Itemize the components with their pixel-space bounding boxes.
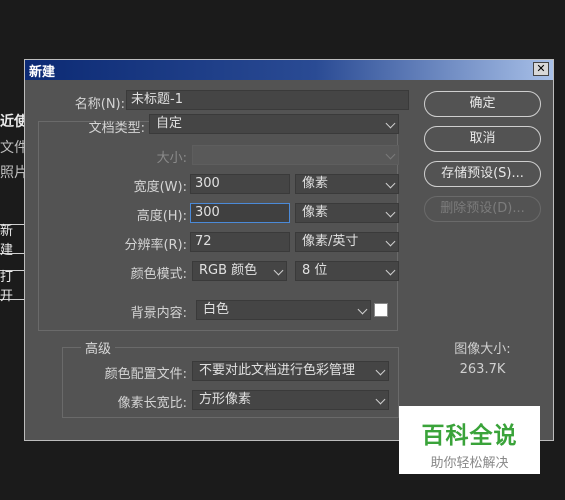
size-label: 大小: — [156, 151, 187, 166]
name-input[interactable]: 未标题-1 — [126, 90, 409, 110]
bg-content-value: 白色 — [203, 302, 230, 317]
height-unit-dropdown[interactable]: 像素 — [295, 203, 399, 223]
color-mode-dropdown[interactable]: RGB 颜色 — [192, 261, 287, 281]
color-profile-value: 不要对此文档进行色彩管理 — [199, 363, 356, 378]
chevron-down-icon — [385, 149, 396, 160]
chevron-down-icon — [375, 394, 386, 405]
ok-button[interactable]: 确定 — [424, 91, 541, 117]
chevron-down-icon — [375, 365, 386, 376]
height-input[interactable]: 300 — [190, 203, 290, 223]
bg-content-label: 背景内容: — [130, 306, 187, 321]
preset-value: 自定 — [156, 116, 183, 131]
image-size-value: 263.7K — [459, 362, 506, 377]
pixel-aspect-label: 像素长宽比: — [117, 396, 187, 411]
bit-depth-dropdown[interactable]: 8 位 — [295, 261, 399, 281]
bit-depth-value: 8 位 — [302, 263, 328, 278]
preset-dropdown[interactable]: 自定 — [149, 114, 399, 134]
color-profile-label: 颜色配置文件: — [104, 367, 187, 382]
width-label: 宽度(W): — [133, 180, 187, 195]
preset-label: 文档类型: — [88, 121, 145, 136]
chevron-down-icon — [385, 265, 396, 276]
resolution-unit-dropdown[interactable]: 像素/英寸 — [295, 232, 399, 252]
pixel-aspect-dropdown[interactable]: 方形像素 — [192, 390, 389, 410]
color-mode-label: 颜色模式: — [130, 267, 187, 282]
chevron-down-icon — [357, 304, 368, 315]
width-unit-dropdown[interactable]: 像素 — [295, 174, 399, 194]
new-document-dialog: 新建 ✕ 名称(N): 未标题-1 文档类型: 自定 大小: 宽度(W): 30… — [24, 59, 554, 441]
advanced-title: 高级 — [81, 338, 116, 357]
chevron-down-icon — [385, 118, 396, 129]
save-preset-button[interactable]: 存储预设(S)... — [424, 161, 541, 187]
resolution-unit-value: 像素/英寸 — [302, 234, 359, 249]
watermark-tagline: 助你轻松解决 — [430, 456, 509, 471]
chevron-down-icon — [273, 265, 284, 276]
width-input[interactable]: 300 — [190, 174, 290, 194]
watermark-badge: 百科全说 助你轻松解决 — [399, 406, 540, 474]
color-mode-value: RGB 颜色 — [199, 263, 258, 278]
size-dropdown[interactable] — [192, 145, 399, 165]
name-label: 名称(N): — [74, 97, 125, 112]
watermark-logo: 百科全说 — [421, 423, 518, 449]
bg-open-button[interactable]: 打开 — [0, 270, 26, 304]
cancel-button[interactable]: 取消 — [424, 126, 541, 152]
chevron-down-icon — [385, 207, 396, 218]
height-unit-value: 像素 — [302, 205, 329, 220]
resolution-input[interactable]: 72 — [190, 232, 290, 252]
pixel-aspect-value: 方形像素 — [199, 392, 252, 407]
bg-color-swatch[interactable] — [374, 303, 388, 317]
delete-preset-button[interactable]: 删除预设(D)... — [424, 196, 541, 222]
resolution-label: 分辨率(R): — [124, 238, 187, 253]
bg-content-dropdown[interactable]: 白色 — [196, 300, 371, 320]
chevron-down-icon — [385, 178, 396, 189]
dialog-titlebar[interactable]: 新建 ✕ — [25, 60, 553, 80]
image-size-label: 图像大小: — [454, 342, 511, 357]
chevron-down-icon — [385, 236, 396, 247]
dialog-title: 新建 — [29, 64, 56, 80]
color-profile-dropdown[interactable]: 不要对此文档进行色彩管理 — [192, 361, 389, 381]
width-unit-value: 像素 — [302, 176, 329, 191]
bg-new-button[interactable]: 新建 — [0, 224, 26, 258]
height-label: 高度(H): — [136, 209, 187, 224]
close-button[interactable]: ✕ — [533, 62, 549, 76]
